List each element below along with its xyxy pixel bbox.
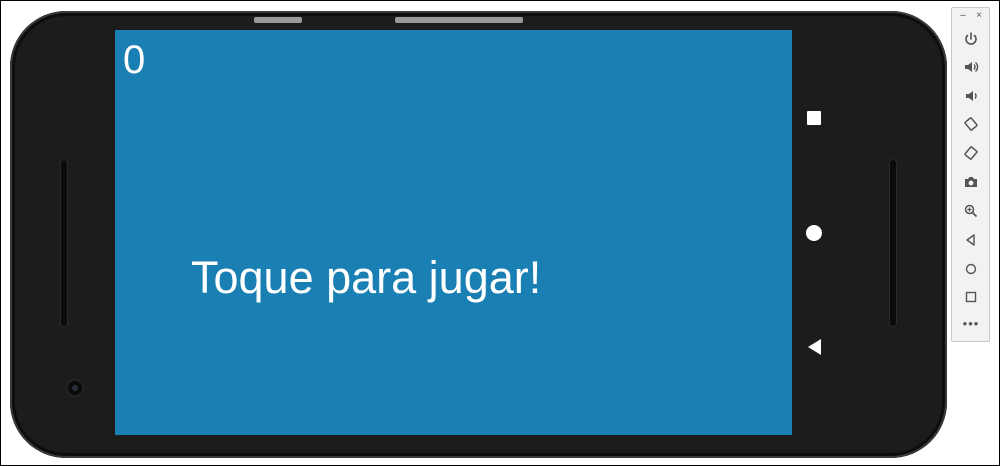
score-counter: 0 — [123, 38, 146, 82]
volume-down-icon — [966, 91, 977, 101]
zoom-icon — [964, 204, 978, 218]
close-button[interactable]: × — [972, 9, 986, 23]
overview-icon — [965, 291, 977, 303]
front-camera-icon — [68, 381, 82, 395]
emulator-toolbar: – × ••• — [951, 7, 990, 342]
rotate-left-icon — [964, 117, 978, 131]
nav-overview-button[interactable] — [794, 98, 834, 138]
back-icon — [966, 234, 975, 246]
triangle-back-icon — [807, 339, 821, 355]
tap-to-play-prompt: Toque para jugar! — [191, 252, 542, 303]
nav-back-button[interactable] — [794, 327, 834, 367]
camera-icon — [965, 177, 977, 187]
zoom-button[interactable] — [960, 200, 982, 222]
screenshot-button[interactable] — [960, 171, 982, 193]
power-icon — [965, 32, 977, 45]
nav-home-button[interactable] — [794, 213, 834, 253]
back-button[interactable] — [960, 229, 982, 251]
speaker-grille-left — [60, 159, 68, 327]
home-button[interactable] — [960, 258, 982, 280]
phone-hardware-button — [395, 17, 523, 23]
home-icon — [965, 263, 977, 275]
rotate-left-button[interactable] — [960, 113, 982, 135]
more-button[interactable]: ••• — [960, 313, 982, 335]
speaker-grille-right — [889, 159, 897, 327]
volume-up-button[interactable] — [960, 56, 982, 78]
toolbar-window-controls: – × — [952, 9, 989, 23]
minimize-button[interactable]: – — [956, 9, 970, 23]
power-button[interactable] — [960, 28, 982, 50]
rotate-right-icon — [964, 146, 978, 160]
phone-hardware-button — [254, 17, 302, 23]
game-screen[interactable]: 0 Toque para jugar! — [115, 30, 792, 435]
overview-button[interactable] — [960, 286, 982, 308]
circle-icon — [806, 225, 822, 241]
volume-up-icon — [965, 61, 979, 73]
square-icon — [807, 111, 821, 125]
volume-down-button[interactable] — [960, 85, 982, 107]
rotate-right-button[interactable] — [960, 142, 982, 164]
